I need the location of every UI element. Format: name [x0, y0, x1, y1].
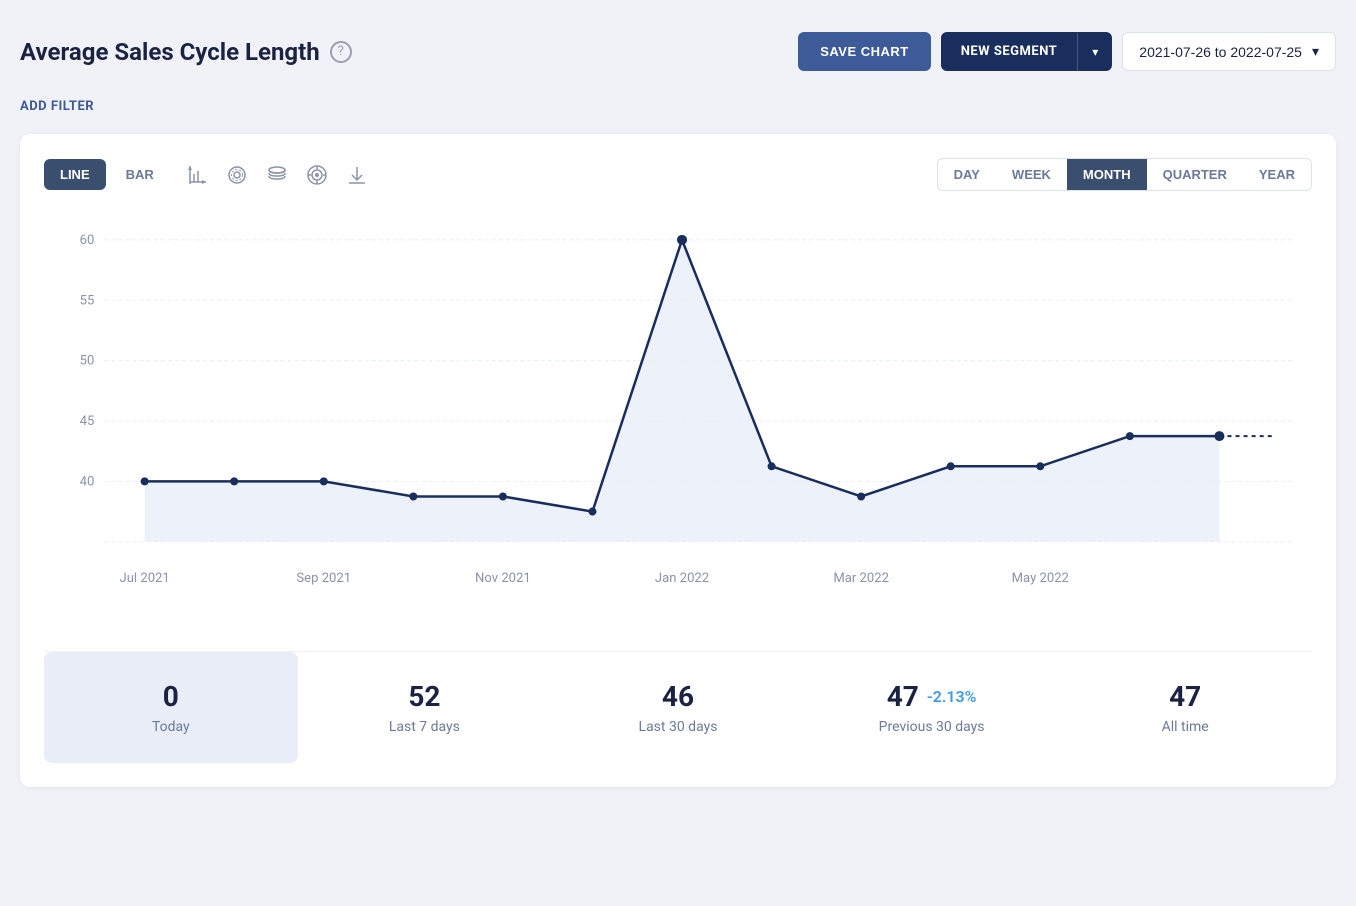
- stat-last30-value: 46: [575, 680, 781, 713]
- date-range-text: 2021-07-26 to 2022-07-25: [1139, 44, 1302, 60]
- info-icon[interactable]: ?: [330, 41, 352, 63]
- save-chart-button[interactable]: SAVE CHART: [798, 32, 931, 71]
- stat-last7: 52 Last 7 days: [298, 652, 552, 763]
- page-title: Average Sales Cycle Length: [20, 38, 320, 66]
- svg-text:Mar 2022: Mar 2022: [833, 571, 889, 586]
- stat-prev30: 47 -2.13% Previous 30 days: [805, 652, 1059, 763]
- add-filter-button[interactable]: ADD FILTER: [20, 99, 1336, 114]
- header-right: SAVE CHART NEW SEGMENT ▾ 2021-07-26 to 2…: [798, 32, 1336, 71]
- svg-text:45: 45: [80, 414, 95, 429]
- chart-area: 60 55 50 45 40: [44, 211, 1312, 631]
- stack-icon-button[interactable]: [266, 164, 288, 186]
- period-week-button[interactable]: WEEK: [996, 159, 1067, 190]
- axis-icon-button[interactable]: [186, 164, 208, 186]
- stat-prev30-label: Previous 30 days: [829, 719, 1035, 735]
- data-point-peak: [677, 235, 687, 245]
- data-point: [947, 462, 955, 470]
- chart-toolbar: LINE BAR: [44, 158, 1312, 191]
- period-day-button[interactable]: DAY: [938, 159, 996, 190]
- period-month-button[interactable]: MONTH: [1067, 159, 1147, 190]
- stat-last7-label: Last 7 days: [322, 719, 528, 735]
- bar-chart-button[interactable]: BAR: [110, 159, 170, 190]
- svg-text:Sep 2021: Sep 2021: [296, 571, 351, 586]
- data-point: [320, 477, 328, 485]
- stat-last30: 46 Last 30 days: [551, 652, 805, 763]
- line-chart-svg: 60 55 50 45 40: [44, 211, 1312, 631]
- chart-fill-area: [145, 240, 1220, 542]
- svg-text:40: 40: [80, 474, 95, 489]
- line-chart-button[interactable]: LINE: [44, 159, 106, 190]
- axis-icon: [186, 164, 208, 186]
- stat-prev30-value: 47 -2.13%: [829, 680, 1035, 713]
- stack-icon: [266, 164, 288, 186]
- data-point: [1126, 432, 1134, 440]
- chart-type-buttons: LINE BAR: [44, 159, 170, 190]
- date-range-chevron-icon: ▾: [1312, 43, 1319, 60]
- stat-alltime: 47 All time: [1058, 652, 1312, 763]
- svg-text:Jan 2022: Jan 2022: [655, 571, 709, 586]
- new-segment-label: NEW SEGMENT: [941, 32, 1078, 71]
- data-point: [230, 477, 238, 485]
- period-buttons: DAY WEEK MONTH QUARTER YEAR: [937, 158, 1312, 191]
- target-icon: [306, 164, 328, 186]
- chart-toolbar-left: LINE BAR: [44, 159, 368, 190]
- target-icon-button[interactable]: [306, 164, 328, 186]
- svg-text:Nov 2021: Nov 2021: [475, 571, 531, 586]
- chart-icons: [186, 164, 368, 186]
- data-point: [409, 492, 417, 500]
- svg-text:60: 60: [80, 233, 95, 248]
- data-point: [857, 492, 865, 500]
- new-segment-button[interactable]: NEW SEGMENT ▾: [941, 32, 1113, 71]
- period-quarter-button[interactable]: QUARTER: [1147, 159, 1243, 190]
- stat-alltime-value: 47: [1082, 680, 1288, 713]
- new-segment-dropdown-icon[interactable]: ▾: [1077, 33, 1112, 71]
- gauge-icon-button[interactable]: [226, 164, 248, 186]
- page-header: Average Sales Cycle Length ? SAVE CHART …: [20, 20, 1336, 83]
- stat-today-value: 0: [68, 680, 274, 713]
- data-point: [768, 462, 776, 470]
- download-icon-button[interactable]: [346, 164, 368, 186]
- data-point-end: [1214, 431, 1224, 441]
- data-point: [499, 492, 507, 500]
- svg-text:50: 50: [80, 354, 95, 369]
- svg-text:55: 55: [80, 293, 95, 308]
- svg-text:Jul 2021: Jul 2021: [120, 571, 170, 586]
- data-point: [1036, 462, 1044, 470]
- stat-today-label: Today: [68, 719, 274, 735]
- stats-row: 0 Today 52 Last 7 days 46 Last 30 days 4…: [44, 651, 1312, 763]
- period-year-button[interactable]: YEAR: [1243, 159, 1311, 190]
- date-range-button[interactable]: 2021-07-26 to 2022-07-25 ▾: [1122, 32, 1336, 71]
- gauge-icon: [226, 164, 248, 186]
- stat-prev30-change: -2.13%: [927, 687, 977, 706]
- stat-last7-value: 52: [322, 680, 528, 713]
- chart-card: LINE BAR: [20, 134, 1336, 787]
- header-left: Average Sales Cycle Length ?: [20, 38, 352, 66]
- page-container: Average Sales Cycle Length ? SAVE CHART …: [20, 20, 1336, 787]
- download-icon: [346, 164, 368, 186]
- stat-last30-label: Last 30 days: [575, 719, 781, 735]
- stat-alltime-label: All time: [1082, 719, 1288, 735]
- stat-today: 0 Today: [44, 652, 298, 763]
- data-point: [141, 477, 149, 485]
- svg-text:May 2022: May 2022: [1012, 571, 1069, 586]
- data-point: [588, 508, 596, 516]
